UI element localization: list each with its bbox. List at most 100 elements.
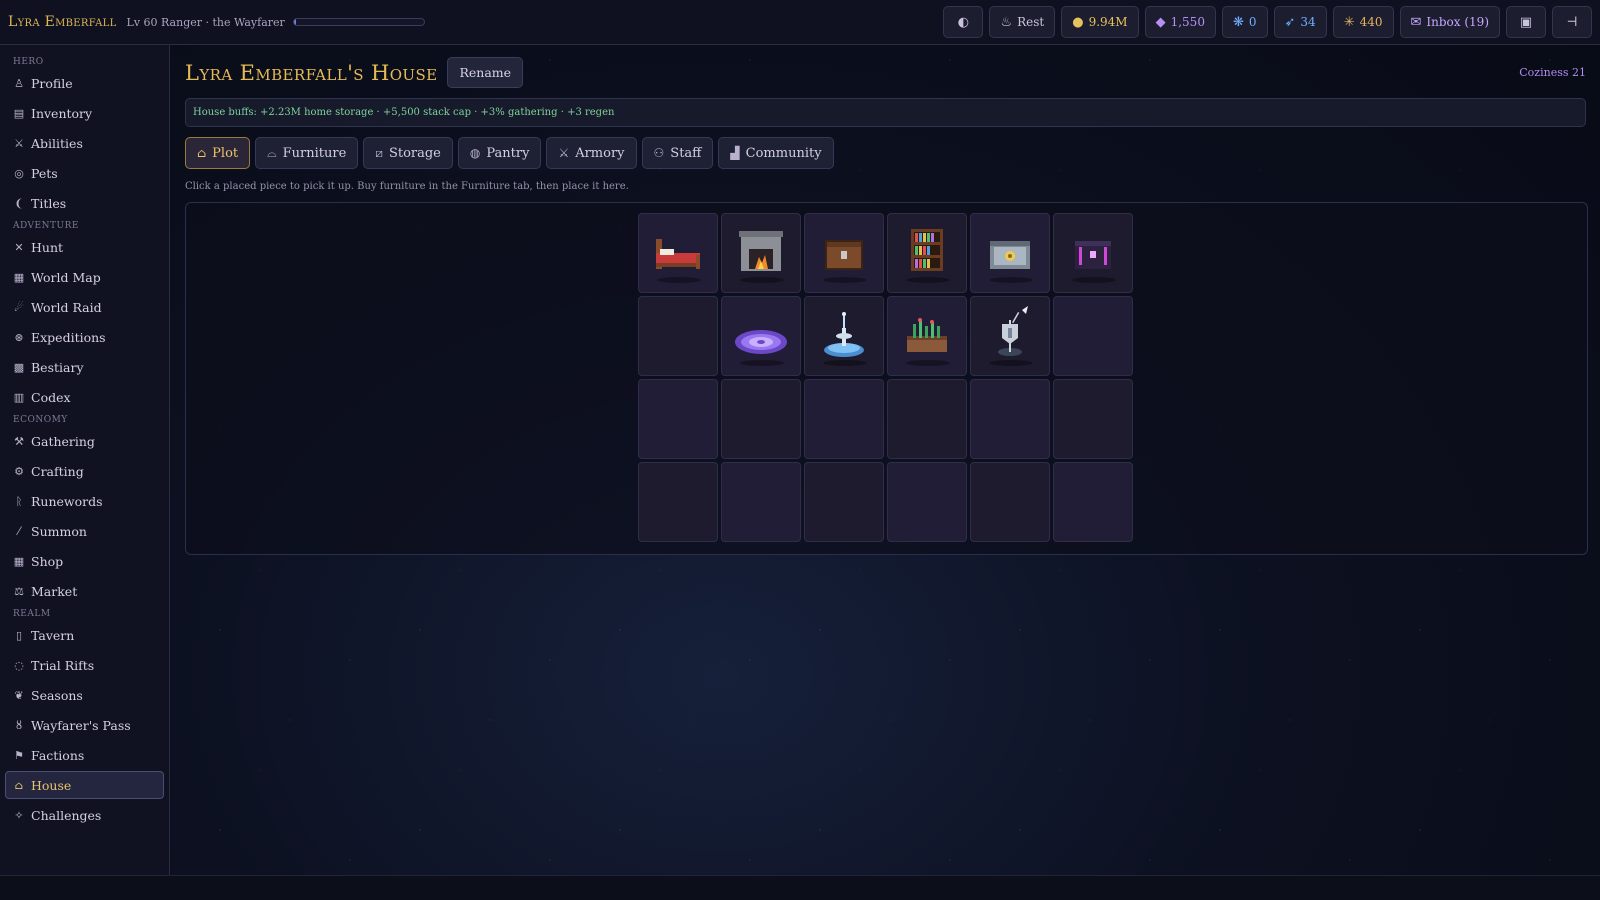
plot-cell-planter[interactable] [887, 296, 967, 376]
sidebar-item-titles[interactable]: ❨ Titles [5, 189, 164, 217]
plot-cell-empty[interactable] [721, 379, 801, 459]
sidebar-item-profile[interactable]: ♙ Profile [5, 69, 164, 97]
plot-cell-empty[interactable] [721, 462, 801, 542]
section-label-adventure: ADVENTURE [13, 221, 79, 231]
plot-cell-empty[interactable] [1053, 379, 1133, 459]
arcane-chest-icon [1061, 219, 1125, 287]
sidebar-item-abilities[interactable]: ⚔ Abilities [5, 129, 164, 157]
challenge-icon: ✧ [14, 808, 24, 822]
gem-counter[interactable]: ◆ 1,550 [1144, 6, 1216, 38]
plot-cell-empty[interactable] [638, 379, 718, 459]
spark-icon: ✳ [1343, 14, 1355, 30]
shard-value: 0 [1248, 15, 1257, 29]
sidebar-item-bestiary[interactable]: ▩ Bestiary [5, 353, 164, 381]
planter-icon [895, 302, 959, 370]
plot-cell-fireplace[interactable] [721, 213, 801, 293]
book-icon: ▥ [13, 390, 25, 404]
inbox-button[interactable]: ✉ Inbox (19) [1399, 6, 1500, 38]
plot-cell-bed[interactable] [638, 213, 718, 293]
tab-staff[interactable]: ⚇ Staff [641, 137, 714, 169]
sidebar-item-label: Seasons [31, 687, 83, 703]
plot-cell-fountain[interactable] [804, 296, 884, 376]
xp-bar-fill [293, 19, 297, 25]
plot-cell-arcane-chest[interactable] [1053, 213, 1133, 293]
sidebar-item-pets[interactable]: ◎ Pets [5, 159, 164, 187]
tab-armory[interactable]: ⚔ Armory [546, 137, 637, 169]
sidebar-item-runewords[interactable]: ᚱ Runewords [5, 487, 164, 515]
plot-cell-empty[interactable] [887, 462, 967, 542]
panel-icon: ⊣ [1566, 14, 1578, 30]
bookshelf-icon [895, 219, 959, 287]
plot-cell-empty[interactable] [970, 462, 1050, 542]
collapse-panel-button[interactable]: ⊣ [1552, 6, 1592, 38]
save-button[interactable]: ▣ [1506, 6, 1546, 38]
sidebar-item-label: Market [31, 583, 78, 599]
pickaxe-icon: ⚒ [14, 434, 24, 448]
plot-cell-empty[interactable] [638, 296, 718, 376]
sidebar-item-challenges[interactable]: ✧ Challenges [5, 801, 164, 829]
gold-counter[interactable]: ● 9.94M [1061, 6, 1139, 38]
sidebar-item-tavern[interactable]: ▯ Tavern [5, 621, 164, 649]
plot-cell-vault[interactable] [970, 213, 1050, 293]
gem-icon: ◆ [1155, 14, 1166, 30]
feather-counter[interactable]: ➶ 34 [1273, 6, 1327, 38]
sidebar-item-market[interactable]: ⚖ Market [5, 577, 164, 605]
tab-furniture[interactable]: ⌓ Furniture [255, 137, 359, 169]
tab-storage[interactable]: ⧄ Storage [363, 137, 453, 169]
shard-counter[interactable]: ❋ 0 [1221, 6, 1268, 38]
abilities-icon: ⚔ [14, 136, 24, 150]
plot-cell-banner-stand[interactable] [970, 296, 1050, 376]
sidebar-item-label: Expeditions [31, 329, 106, 345]
sidebar-item-wayfarers-pass[interactable]: ȣ Wayfarer's Pass [5, 711, 164, 739]
hero-name: Lyra Emberfall [8, 14, 117, 30]
settings-button[interactable]: ◐ [943, 6, 984, 38]
sidebar-item-world-raid[interactable]: ☄ World Raid [5, 293, 164, 321]
rest-button[interactable]: ♨ Rest [989, 6, 1056, 38]
tab-pantry[interactable]: ◍ Pantry [457, 137, 542, 169]
beast-icon: ▩ [13, 360, 25, 374]
plot-cell-rune-rug[interactable] [721, 296, 801, 376]
plot-cell-empty[interactable] [1053, 462, 1133, 542]
plot-cell-empty[interactable] [804, 462, 884, 542]
gem-value: 1,550 [1170, 15, 1205, 29]
sidebar-item-crafting[interactable]: ⚙ Crafting [5, 457, 164, 485]
plot-cell-empty[interactable] [1053, 296, 1133, 376]
sidebar-item-label: Shop [31, 553, 64, 569]
sidebar: HERO ♙ Profile ▤ Inventory ⚔ Abilities ◎ Pet… [0, 45, 170, 875]
spark-counter[interactable]: ✳ 440 [1332, 6, 1394, 38]
sidebar-item-factions[interactable]: ⚑ Factions [5, 741, 164, 769]
rune-rug-icon [729, 302, 793, 370]
rename-button[interactable]: Rename [447, 57, 524, 88]
sidebar-item-house[interactable]: ⌂ House [5, 771, 164, 799]
sidebar-item-trial-rifts[interactable]: ◌ Trial Rifts [5, 651, 164, 679]
sidebar-item-world-map[interactable]: ▦ World Map [5, 263, 164, 291]
person-icon: ♙ [14, 76, 24, 90]
plot-cell-chest[interactable] [804, 213, 884, 293]
sidebar-item-label: World Map [31, 269, 101, 285]
plot-cell-empty[interactable] [638, 462, 718, 542]
mug-icon: ▯ [15, 628, 23, 642]
tab-label: Community [745, 145, 822, 161]
plot-cell-empty[interactable] [970, 379, 1050, 459]
sidebar-item-hunt[interactable]: ✕ Hunt [5, 233, 164, 261]
sidebar-item-inventory[interactable]: ▤ Inventory [5, 99, 164, 127]
plot-cell-empty[interactable] [804, 379, 884, 459]
plot-cell-bookshelf[interactable] [887, 213, 967, 293]
tab-plot[interactable]: ⌂ Plot [185, 137, 251, 169]
sidebar-item-codex[interactable]: ▥ Codex [5, 383, 164, 411]
plot-hint: Click a placed piece to pick it up. Buy … [185, 181, 629, 192]
sidebar-item-seasons[interactable]: ❦ Seasons [5, 681, 164, 709]
bottom-strip [0, 875, 1600, 900]
sidebar-item-expeditions[interactable]: ⊛ Expeditions [5, 323, 164, 351]
sidebar-item-label: Trial Rifts [31, 657, 95, 673]
plot-grid [638, 213, 1133, 542]
plot-cell-empty[interactable] [887, 379, 967, 459]
sidebar-item-gathering[interactable]: ⚒ Gathering [5, 427, 164, 455]
chest-icon [812, 219, 876, 287]
sidebar-item-summon[interactable]: ⁄ Summon [5, 517, 164, 545]
people-icon: ⚇ [653, 146, 665, 160]
sidebar-item-shop[interactable]: ▦ Shop [5, 547, 164, 575]
house-tabs: ⌂ Plot ⌓ Furniture ⧄ Storage ◍ Pantry ⚔ Armor… [185, 137, 1586, 169]
envelope-icon: ✉ [1410, 14, 1422, 30]
tab-community[interactable]: ▟ Community [718, 137, 834, 169]
